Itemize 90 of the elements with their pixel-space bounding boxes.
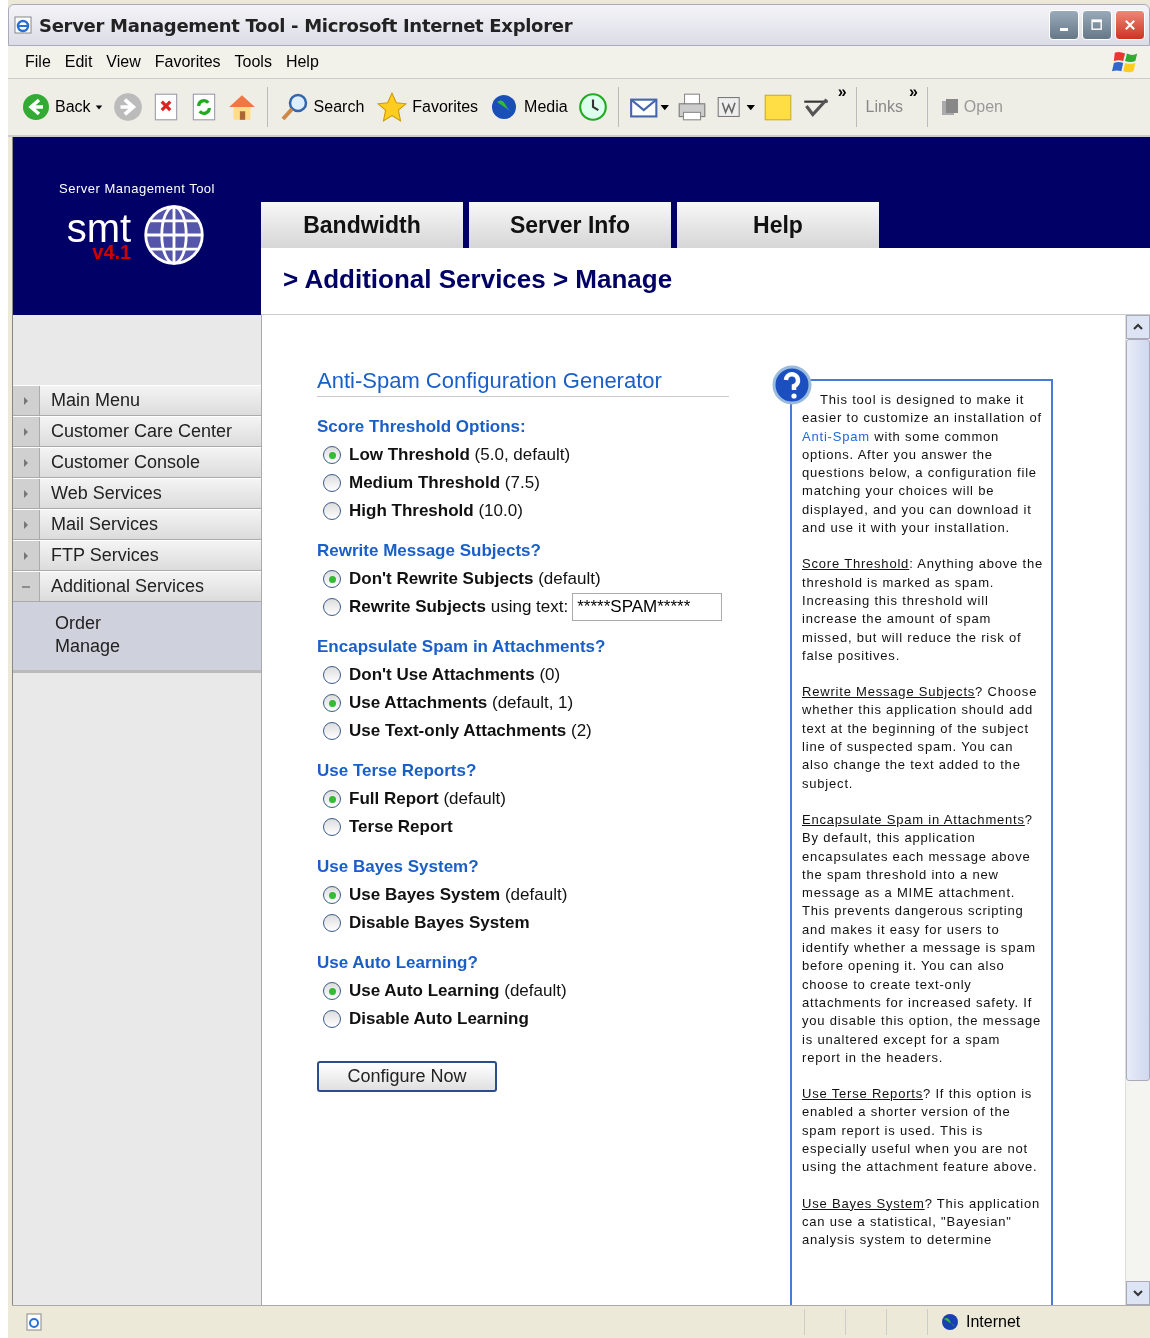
option-label: Rewrite Subjects using text: bbox=[349, 597, 569, 617]
section-title: Use Auto Learning? bbox=[317, 953, 479, 973]
pages-icon bbox=[939, 97, 960, 117]
search-button[interactable]: Search bbox=[276, 90, 368, 124]
subject-text-field[interactable]: *****SPAM***** bbox=[572, 593, 723, 621]
option-label: Don't Use Attachments (0) bbox=[349, 665, 561, 685]
anti-spam-link[interactable]: Anti-Spam bbox=[802, 428, 870, 444]
radio-button[interactable] bbox=[323, 694, 341, 712]
radio-button[interactable] bbox=[323, 886, 341, 904]
radio-button[interactable] bbox=[323, 446, 341, 464]
toolbar-overflow-button[interactable]: » bbox=[837, 83, 847, 101]
option-label: Full Report (default) bbox=[349, 789, 506, 809]
submenu-item[interactable]: Manage bbox=[55, 635, 261, 658]
menu-item[interactable]: View bbox=[103, 53, 152, 71]
menu-item[interactable]: Tools bbox=[231, 53, 283, 71]
option-label: Disable Bayes System bbox=[349, 913, 530, 933]
scroll-down-icon[interactable] bbox=[1133, 1288, 1143, 1298]
radio-button[interactable] bbox=[323, 666, 341, 684]
option-label: Use Auto Learning (default) bbox=[349, 981, 567, 1001]
browser-icon bbox=[13, 15, 33, 35]
menu-item[interactable]: Help bbox=[282, 53, 330, 71]
menu-item[interactable]: Favorites bbox=[151, 53, 232, 71]
tagline: Server Management Tool bbox=[59, 181, 215, 196]
option-label: Don't Rewrite Subjects (default) bbox=[349, 569, 601, 589]
minimize-icon bbox=[1060, 27, 1068, 31]
radio-button[interactable] bbox=[323, 1010, 341, 1028]
help-paragraph: Score Threshold: Anything above the threshold is marked as spam. Increasing this threshold will increase the amount of spam missed, but will reduce the risk of false positives. bbox=[802, 555, 1043, 665]
radio-button[interactable] bbox=[323, 790, 341, 808]
option-label: Use Attachments (default, 1) bbox=[349, 693, 574, 713]
nav-tab[interactable]: Bandwidth bbox=[261, 202, 463, 249]
option-label: Use Text-only Attachments (2) bbox=[349, 721, 592, 741]
nav-tab[interactable]: Server Info bbox=[469, 202, 671, 249]
close-button[interactable] bbox=[1115, 10, 1145, 40]
history-icon[interactable] bbox=[576, 91, 609, 123]
help-paragraph: Use Terse Reports? If this option is enabled a shorter version of the spam report is used. This is especially useful when you are not using the attachment feature above. bbox=[802, 1085, 1039, 1177]
media-button[interactable]: Media bbox=[487, 90, 571, 124]
minimize-button[interactable] bbox=[1049, 10, 1079, 40]
sidebar-item[interactable]: Customer Console bbox=[13, 447, 261, 478]
menu-item[interactable]: File bbox=[22, 53, 62, 71]
sidebar-item[interactable]: Mail Services bbox=[13, 509, 261, 540]
security-zone: Internet bbox=[966, 1313, 1021, 1331]
section-title: Score Threshold Options: bbox=[317, 417, 527, 437]
submenu-item[interactable]: Order bbox=[55, 612, 261, 635]
option-label: Disable Auto Learning bbox=[349, 1009, 529, 1029]
back-button[interactable]: Back bbox=[18, 90, 106, 124]
breadcrumb: > Additional Services > Manage bbox=[282, 263, 674, 297]
radio-button[interactable] bbox=[323, 502, 341, 520]
links-overflow-button[interactable]: » bbox=[908, 83, 918, 101]
radio-button[interactable] bbox=[323, 914, 341, 932]
favorites-button[interactable]: Favorites bbox=[373, 89, 482, 125]
radio-button[interactable] bbox=[323, 474, 341, 492]
help-paragraph: Encapsulate Spam in Attachments? By default, this application encapsulates each message above the spam threshold into a new message as a MIME attachment. This prevents dangerous scripting and makes it easy for users to identify whether a message is spam before opening it. You can also choose to create text-only attachments for increased safety. If you disable this option, the message is unaltered except for a spam report in the headers. bbox=[802, 810, 1043, 1067]
section-title: Use Bayes System? bbox=[317, 857, 480, 877]
radio-button[interactable] bbox=[323, 598, 341, 616]
option-label: High Threshold (10.0) bbox=[349, 501, 523, 521]
maximize-button[interactable] bbox=[1082, 10, 1112, 40]
section-title: Encapsulate Spam in Attachments? bbox=[317, 637, 607, 657]
caret-icon bbox=[94, 103, 103, 111]
scroll-up-icon[interactable] bbox=[1133, 322, 1143, 332]
help-paragraph: Rewrite Message Subjects? Choose whether this application should add text at the beginning of the subject line of suspected spam. You can also change the text added to the subject. bbox=[802, 683, 1039, 793]
sidebar-item[interactable]: FTP Services bbox=[13, 540, 261, 571]
option-label: Low Threshold (5.0, default) bbox=[349, 445, 571, 465]
scrollbar[interactable] bbox=[1125, 315, 1150, 1305]
radio-button[interactable] bbox=[323, 570, 341, 588]
configure-now-button[interactable]: Configure Now bbox=[317, 1061, 497, 1092]
sidebar-item[interactable]: Web Services bbox=[13, 478, 261, 509]
help-paragraph: This tool is designed to make it easier to customize an installation of Anti-Spam with some common options. After you answer the questions below, a configuration file matching your choices will be displayed, and you can download it and use it with your installation. bbox=[802, 391, 1043, 538]
form-title: Anti-Spam Configuration Generator bbox=[317, 368, 729, 397]
section-title: Use Terse Reports? bbox=[317, 761, 478, 781]
radio-button[interactable] bbox=[323, 818, 341, 836]
star-icon bbox=[376, 91, 409, 123]
radio-button[interactable] bbox=[323, 982, 341, 1000]
sidebar-item[interactable]: Additional Services bbox=[13, 571, 261, 602]
option-label: Use Bayes System (default) bbox=[349, 885, 568, 905]
help-icon bbox=[772, 365, 812, 405]
option-label: Terse Report bbox=[349, 817, 453, 837]
window-title: Server Management Tool - Microsoft Internet Explorer bbox=[39, 14, 574, 36]
menu-item[interactable]: Edit bbox=[61, 53, 104, 71]
globe-icon bbox=[940, 1312, 960, 1332]
section-title: Rewrite Message Subjects? bbox=[317, 541, 542, 561]
search-icon bbox=[279, 92, 310, 122]
sidebar-item[interactable]: Main Menu bbox=[13, 385, 261, 416]
sidebar-item[interactable]: Customer Care Center bbox=[13, 416, 261, 447]
option-label: Medium Threshold (7.5) bbox=[349, 473, 540, 493]
close-icon bbox=[1123, 18, 1137, 32]
maximize-icon bbox=[1090, 18, 1104, 32]
page-icon bbox=[24, 1312, 44, 1332]
nav-tab[interactable]: Help bbox=[677, 202, 879, 249]
radio-button[interactable] bbox=[323, 722, 341, 740]
help-paragraph: Use Bayes System? This application can use a statistical, "Bayesian" analysis system to determine bbox=[802, 1194, 1041, 1250]
